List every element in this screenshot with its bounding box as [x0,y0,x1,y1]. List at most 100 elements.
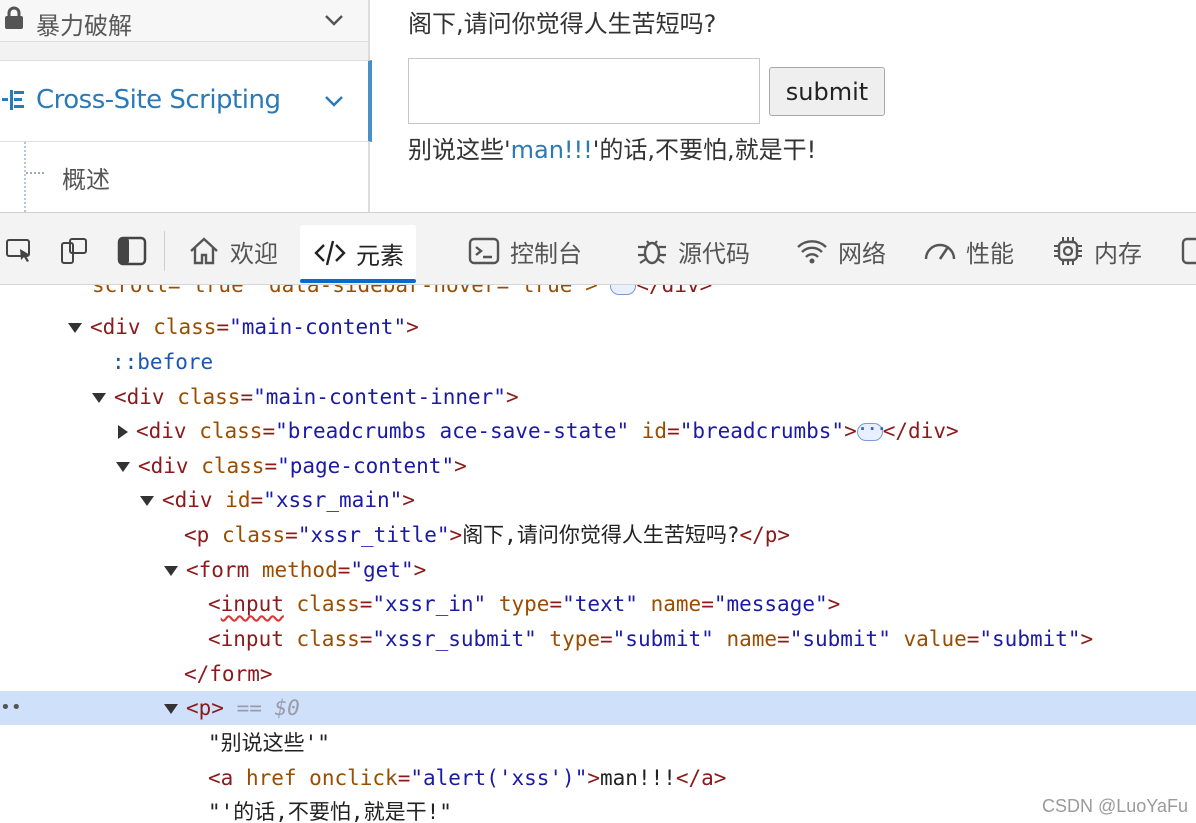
message-input[interactable] [408,58,760,124]
attr-name: href [245,766,297,790]
dom-line[interactable]: "别说这些'" [0,726,1196,760]
ellipsis-badge[interactable]: ··· [856,421,887,441]
submit-button[interactable]: submit [769,67,885,116]
text-node: "'的话,不要怕,就是干!" [208,800,452,823]
device-emulation-icon[interactable] [58,235,90,267]
dom-tree: scroll="true" data-sidebar-hover="true">… [0,285,1196,823]
tab-welcome[interactable]: 欢迎 [186,229,278,273]
tab-performance[interactable]: 性能 [922,229,1014,273]
text-node: "别说这些'" [208,731,330,755]
ellipsis-badge[interactable]: ··· [610,285,640,295]
tab-label: 内存 [1094,239,1142,268]
attr-name: class [199,419,263,443]
tree-line [26,172,44,174]
attr-value: "breadcrumbs ace-save-state" [275,419,630,443]
devtools-toolbar: 欢迎 元素 控制台 源代码 网络 性能 内存 [0,213,1196,285]
attr-value: "xssr_main" [263,488,403,512]
attr-value: "submit" [979,627,1081,651]
dom-line[interactable]: <div class="main-content"> [0,310,1196,344]
collapse-triangle[interactable] [140,496,154,506]
xss-link[interactable]: man!!! [511,136,593,164]
attr-name: class [153,315,217,339]
inspect-icon[interactable] [4,235,36,267]
chevron-down-icon[interactable] [322,89,346,113]
console-icon [468,237,500,265]
attr-value: "main-content-inner" [253,385,506,409]
collapse-triangle[interactable] [68,323,82,333]
sidebar-item-label: 暴力破解 [36,12,132,40]
dom-line[interactable]: <div id="xssr_main"> [0,483,1196,517]
more-tabs-icon[interactable] [1180,235,1196,267]
dom-line[interactable]: "'的话,不要怕,就是干!" [0,795,1196,823]
xssr-message: 别说这些'man!!!'的话,不要怕,就是干! [408,130,816,165]
tab-sources[interactable]: 源代码 [634,229,750,273]
dom-line[interactable]: <input class="xssr_in" type="text" name=… [0,587,1196,621]
dom-line-selected[interactable]: •• <p> == $0 [0,691,1196,725]
attr-name: method [261,558,338,582]
attr-value: "page-content" [277,454,455,478]
devtools-panel: 欢迎 元素 控制台 源代码 网络 性能 内存 scroll="true" dat… [0,212,1196,823]
xssr-main: 阁下,请问你觉得人生苦短吗? submit 别说这些'man!!!'的话,不要怕… [408,0,1188,212]
tab-elements[interactable]: 元素 [300,225,416,283]
toolbar-divider [164,231,165,271]
attr-value: "xssr_title" [297,523,450,547]
dom-line: scroll="true" data-sidebar-hover="true">… [0,285,1196,302]
tab-label: 性能 [966,239,1014,268]
dom-line[interactable]: <input class="xssr_submit" type="submit"… [0,622,1196,656]
expand-triangle[interactable] [118,425,128,439]
attr-name: name [726,627,778,651]
sidebar-subitem-label: 概述 [62,166,110,194]
dom-line[interactable]: <div class="breadcrumbs ace-save-state" … [0,414,1196,448]
attr-name: name [650,592,702,616]
attr-value: "xssr_submit" [372,627,537,651]
attr-name: id [641,419,668,443]
attr-value: "alert('xss')" [410,766,588,790]
collapse-triangle[interactable] [164,566,178,576]
gauge-icon [924,243,956,260]
attr-name: class [221,523,286,547]
collapse-triangle[interactable] [116,462,130,472]
sidebar-subitem-overview[interactable]: 概述 [0,142,368,212]
dock-side-icon[interactable] [116,235,148,267]
chevron-down-icon[interactable] [322,8,346,32]
dom-line[interactable]: </form> [0,657,1196,691]
sidebar-item-brute-force[interactable]: 暴力破解 [0,0,368,42]
tab-label: 元素 [356,241,404,270]
text-node: man!!! [600,766,676,790]
attr-name: type [549,627,600,651]
dom-line[interactable]: <form method="get"> [0,553,1196,587]
collapse-triangle[interactable] [92,393,106,403]
tab-console[interactable]: 控制台 [466,229,582,273]
list-icon [2,90,24,110]
message-suffix: '的话,不要怕,就是干! [592,136,817,164]
attr-value: "text" [562,592,638,616]
attr-name: class [177,385,241,409]
tab-label: 控制台 [510,239,582,268]
tab-label: 欢迎 [230,239,278,268]
attr-name: id [225,488,251,512]
page-preview: 暴力破解 Cross-Site Scripting 概述 阁下,请问你觉得人生苦… [0,0,1196,212]
text-node: 阁下,请问你觉得人生苦短吗? [462,523,740,547]
sidebar-item-xss[interactable]: Cross-Site Scripting [0,60,372,142]
attr-name: onclick [309,766,398,790]
collapse-triangle[interactable] [164,704,178,714]
dom-line[interactable]: ::before [0,345,1196,379]
attr-name: class [201,454,265,478]
tab-memory[interactable]: 内存 [1050,229,1142,273]
xssr-title: 阁下,请问你觉得人生苦短吗? [408,10,717,38]
more-dots-icon[interactable]: •• [0,691,22,725]
attr-name: class [296,592,360,616]
message-prefix: 别说这些' [408,136,511,164]
attr-value: "submit" [789,627,891,651]
attr-name: class [296,627,360,651]
tab-label: 源代码 [678,239,750,268]
dom-line[interactable]: <div class="page-content"> [0,449,1196,483]
dom-line[interactable]: <p class="xssr_title">阁下,请问你觉得人生苦短吗?</p> [0,518,1196,552]
pseudo-element: ::before [112,350,214,374]
dom-line[interactable]: <a href onclick="alert('xss')">man!!!</a… [0,761,1196,795]
tree-line [24,142,26,212]
dom-line[interactable]: <div class="main-content-inner"> [0,380,1196,414]
attr-value: "main-content" [229,315,407,339]
tab-network[interactable]: 网络 [794,229,886,273]
attr-value: "message" [713,592,828,616]
